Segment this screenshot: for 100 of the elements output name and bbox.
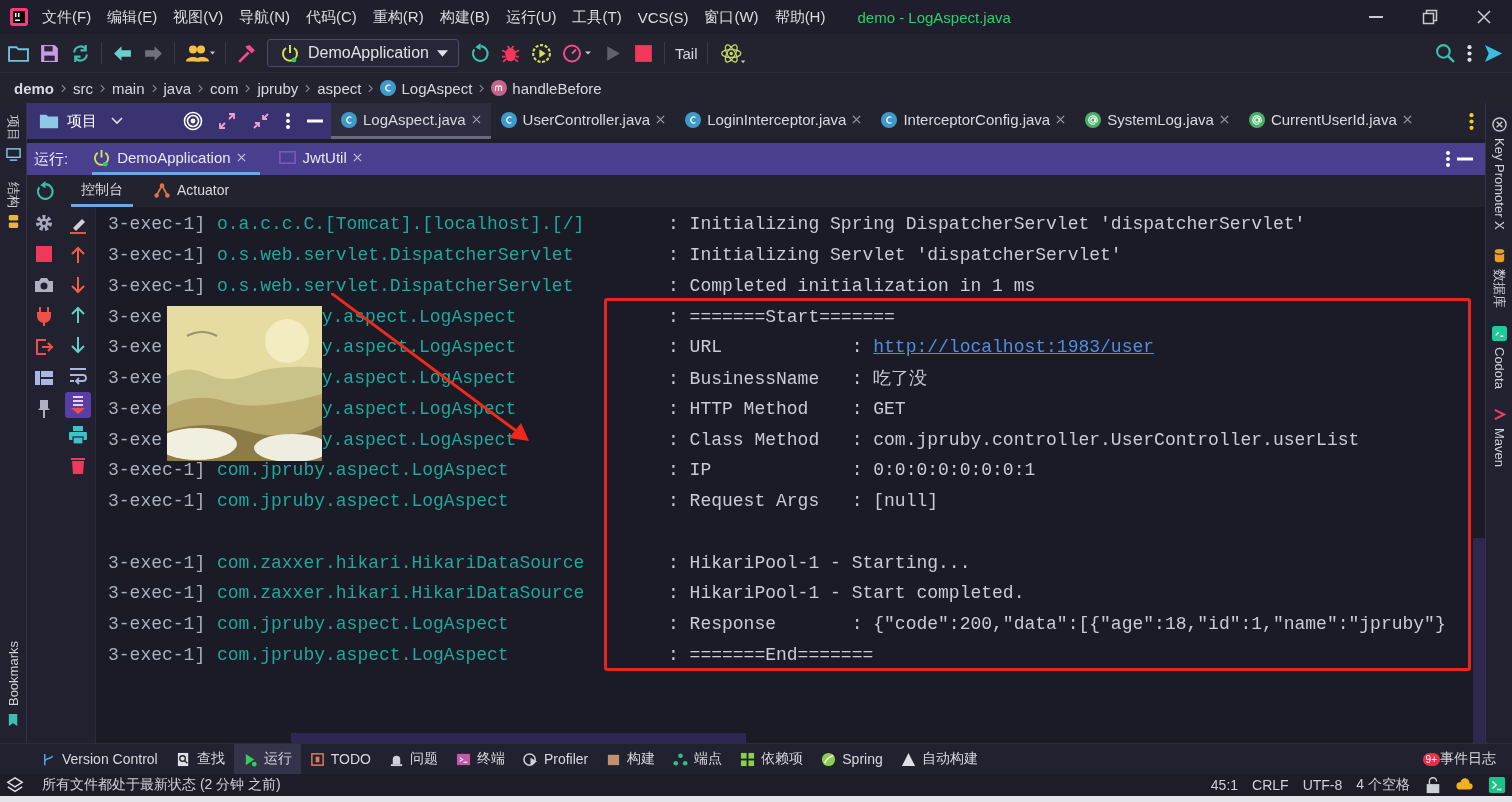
settings-icon[interactable] [34,213,54,233]
caret-icon[interactable] [111,117,123,125]
breadcrumb-item[interactable]: aspect [317,79,362,97]
breadcrumb-item[interactable]: com [210,79,239,97]
cursor-position[interactable]: 45:1 [1210,777,1239,793]
side-tool-tab[interactable]: Maven [1491,425,1507,469]
breadcrumb-item[interactable]: handleBefore [491,79,602,97]
tool-window-button[interactable]: 问题 [379,744,447,774]
side-tool-tab[interactable]: Key Promoter X [1491,136,1507,232]
project-side-tab[interactable]: 项目 [4,113,22,143]
menu-item[interactable]: 运行(U) [505,7,557,27]
tool-window-button[interactable]: 运行 [233,744,301,774]
breadcrumb-item[interactable]: demo [14,79,54,97]
file-encoding[interactable]: UTF-8 [1302,777,1343,793]
key-promoter-icon[interactable] [1491,117,1507,132]
camera-icon[interactable] [34,275,54,295]
close-icon[interactable] [1219,115,1229,124]
editor-tab[interactable]: LogAspect.java [331,103,491,139]
tool-window-button[interactable]: Profiler [513,744,598,774]
stop-icon[interactable] [632,42,654,64]
log-link[interactable]: http://localhost:1983/user [873,337,1155,358]
tool-window-button[interactable]: 查找 [166,744,234,774]
side-tool-tab[interactable]: Codota [1491,344,1507,391]
close-icon[interactable] [1402,115,1412,124]
bookmarks-side-tab[interactable]: Bookmarks [5,638,21,708]
down-arrow-icon[interactable] [68,275,88,295]
breadcrumb-item[interactable]: java [163,79,192,97]
close-icon[interactable] [1056,115,1066,124]
lock-icon[interactable] [1424,776,1442,794]
editor-tab[interactable]: InterceptorConfig.java [871,103,1076,139]
layout-icon[interactable] [34,368,54,388]
scrollbar[interactable] [291,733,746,743]
menu-item[interactable]: 视图(V) [173,7,224,27]
panel-title[interactable]: 项目 [67,111,97,131]
collapse-icon[interactable] [251,111,271,131]
editor-tab[interactable]: CurrentUserId.java [1238,103,1422,139]
target-icon[interactable] [183,111,203,131]
scrollbar[interactable] [1473,538,1485,743]
terminal-icon[interactable] [1488,776,1506,794]
run-config-dropdown[interactable]: DemoApplication [267,39,459,67]
rerun-icon[interactable] [34,180,55,202]
editor-tab[interactable]: LoginInterceptor.java [675,103,872,139]
indent-setting[interactable]: 4 个空格 [1356,776,1410,794]
save-icon[interactable] [39,42,60,64]
close-icon[interactable] [352,153,362,162]
menu-item[interactable]: 窗口(W) [704,7,759,27]
console-tab[interactable]: Actuator [143,175,240,207]
close-icon[interactable] [236,153,246,162]
tool-window-button[interactable]: 构建 [597,744,665,774]
breadcrumb-item[interactable]: src [73,79,93,97]
editor-tab[interactable]: UserController.java [490,103,676,139]
coverage-run-icon[interactable] [530,42,552,64]
menu-item[interactable]: 工具(T) [572,7,622,27]
menu-item[interactable]: 构建(B) [439,7,490,27]
close-icon[interactable] [656,115,666,124]
more-options-icon[interactable] [1466,42,1473,64]
gauge-icon[interactable] [561,42,592,64]
print-icon[interactable] [68,425,88,445]
maven-icon[interactable] [1491,406,1507,422]
tool-window-button[interactable]: 依赖项 [731,744,813,774]
trash-icon[interactable] [68,455,88,475]
breadcrumb-item[interactable]: LogAspect [380,79,473,97]
monitor-icon[interactable] [5,147,21,162]
restore-icon[interactable] [1422,9,1438,25]
menu-item[interactable]: 重构(R) [372,7,424,27]
more-options-icon[interactable] [285,111,291,131]
menu-item[interactable]: 帮助(H) [774,7,826,27]
stop-icon[interactable] [34,244,54,264]
hammer-icon[interactable] [236,42,257,64]
breadcrumb-item[interactable]: main [112,79,145,97]
tool-window-button[interactable]: TODO [300,744,380,774]
run-tab[interactable]: JwtUtil [277,143,376,175]
plugin-arrow-icon[interactable] [1483,42,1504,64]
tail-button[interactable]: Tail [674,44,698,62]
down-arrow-icon[interactable] [68,335,88,355]
codota-icon[interactable] [1491,325,1507,341]
breadcrumb-item[interactable]: jpruby [257,79,299,97]
tool-window-button[interactable]: 终端 [446,744,514,774]
editor-tab[interactable]: SystemLog.java [1075,103,1239,139]
side-tool-tab[interactable]: 数据库 [1490,266,1508,310]
close-icon[interactable] [1476,9,1492,25]
exit-icon[interactable] [34,337,54,357]
line-ending[interactable]: CRLF [1252,777,1289,793]
close-icon[interactable] [471,115,481,124]
menu-item[interactable]: 导航(N) [239,7,290,27]
structure-side-tab[interactable]: 结构 [4,180,22,210]
tool-window-button[interactable]: Spring [812,744,892,774]
soft-wrap-icon[interactable] [68,365,88,385]
tool-window-button[interactable]: 自动构建 [891,744,987,774]
expand-icon[interactable] [217,111,237,131]
close-icon[interactable] [852,115,862,124]
plug-icon[interactable] [34,306,54,326]
more-options-icon[interactable] [1445,149,1451,169]
tool-window-button[interactable]: Version Control [32,744,167,774]
sync-icon[interactable] [70,42,91,64]
menu-item[interactable]: 文件(F) [42,7,92,27]
search-icon[interactable] [1435,42,1456,64]
more-tabs-icon[interactable] [1468,110,1475,132]
menu-item[interactable]: 代码(C) [306,7,357,27]
scroll-to-end-icon[interactable] [65,392,91,418]
